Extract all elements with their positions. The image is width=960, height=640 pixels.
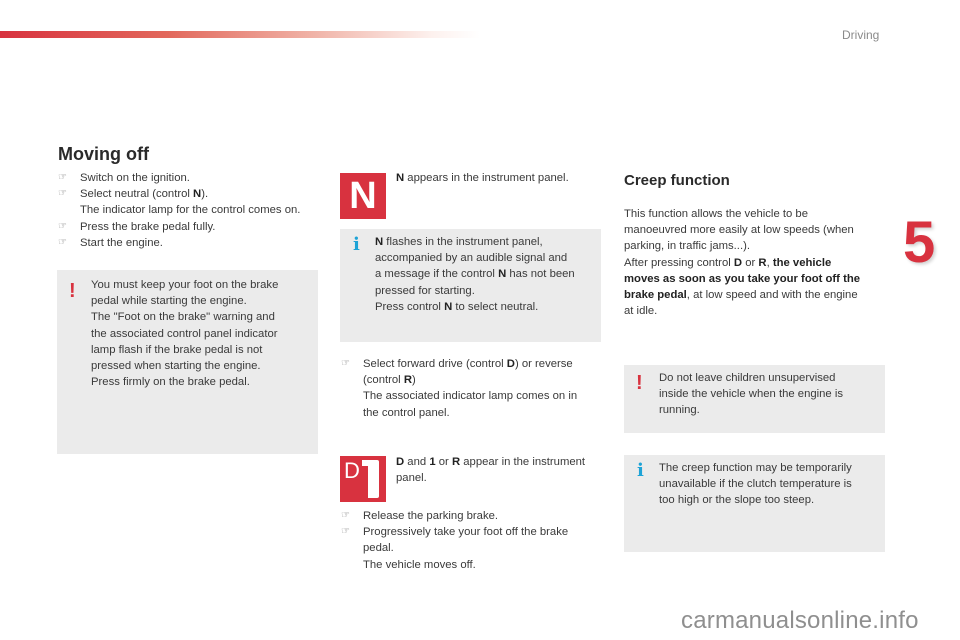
info-icon: i [353,234,360,255]
brake-warning-box: ! You must keep your foot on the brake p… [57,270,318,454]
creep-function-description: This function allows the vehicle to be m… [624,208,861,318]
neutral-caption: N appears in the instrument panel. [396,172,569,184]
info-icon: i [637,460,644,481]
warning-icon: ! [69,280,76,302]
list-item: ☞ Release the parking brake. [341,508,603,524]
list-item: ☞ Start the engine. [58,235,328,251]
list-item: ☞ Switch on the ignition. [58,170,328,186]
pointer-bullet-icon: ☞ [58,172,67,183]
neutral-indicator-tile: N [340,173,386,219]
pointer-bullet-icon: ☞ [341,526,350,538]
final-steps: ☞ Release the parking brake. ☞ Progressive… [341,508,603,573]
pointer-bullet-icon: ☞ [341,358,350,369]
pointer-bullet-icon: ☞ [341,510,350,521]
brake-warning-text: You must keep your foot on the brake ped… [91,279,279,389]
section-label: Driving [842,28,880,42]
moving-off-steps: ☞ Switch on the ignition. ☞ Select neutral… [58,170,328,251]
list-item: ☞ Progressively take your foot off the br… [341,526,569,571]
neutral-info-text: N flashes in the instrument panel, accom… [375,236,575,313]
moving-off-heading: Moving off [58,144,149,164]
warning-icon: ! [636,372,643,394]
creep-info-text: The creep function may be temporarily un… [659,462,852,507]
creep-function-heading: Creep function [624,172,730,189]
header-accent-bar [0,31,480,38]
neutral-info-box: i N flashes in the instrument panel, acc… [340,229,601,342]
pointer-bullet-icon: ☞ [58,220,67,232]
children-warning-box: ! Do not leave children unsupervised ins… [624,365,885,433]
drive-step: ☞ Select forward drive (control D) or rev… [341,356,603,421]
drive-gear-indicator-tile: D 1 [340,456,386,502]
pointer-bullet-icon: ☞ [58,236,67,248]
list-item: ☞ Select neutral (control N). The indicato… [58,188,301,217]
list-item: ☞ Press the brake pedal fully. [58,219,328,235]
creep-info-box: i The creep function may be temporarily … [624,455,885,552]
pointer-bullet-icon: ☞ [58,188,67,200]
drive-caption: D and 1 or R appear in the instrument pa… [396,456,586,485]
children-warning-text: Do not leave children unsupervised insid… [659,372,844,417]
list-item: ☞ Select forward drive (control D) or rev… [341,358,578,419]
watermark-link[interactable]: carmanualsonline.info [681,607,919,635]
chapter-number: 5 [903,210,936,275]
